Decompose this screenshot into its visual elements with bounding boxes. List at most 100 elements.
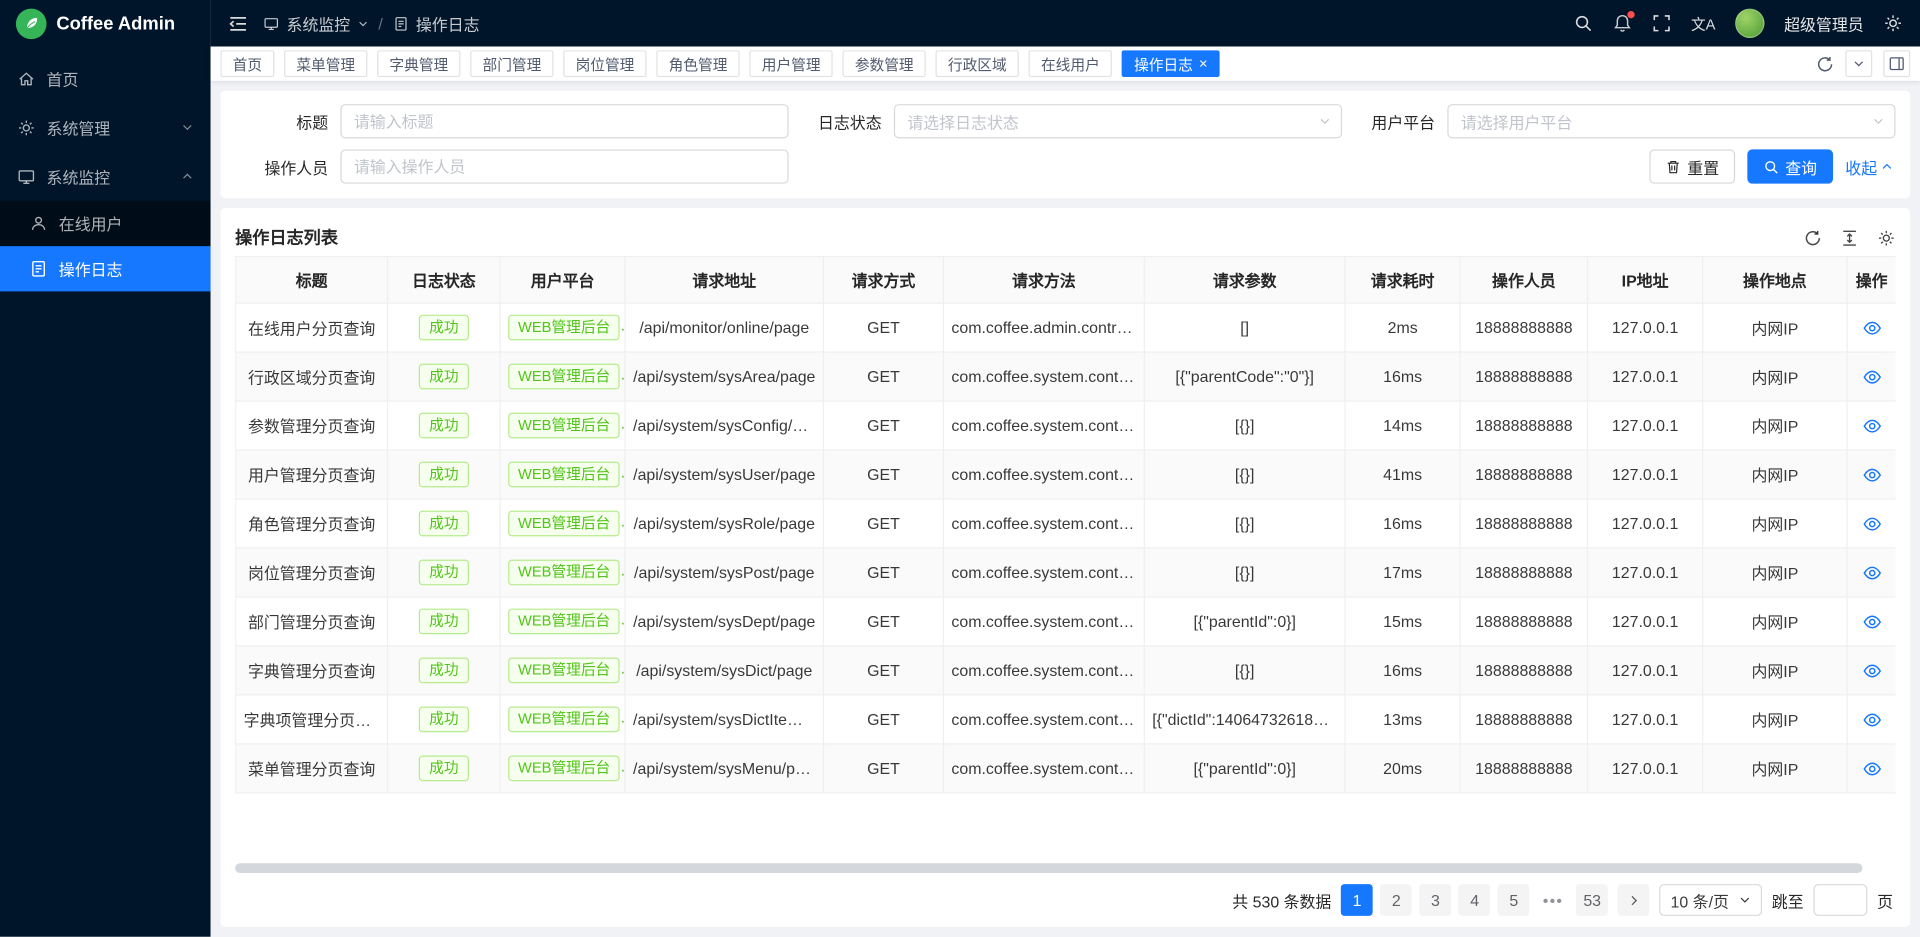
view-detail-button[interactable] — [1862, 318, 1882, 338]
tab-角色管理[interactable]: 角色管理 — [656, 50, 739, 77]
tab-首页[interactable]: 首页 — [220, 50, 274, 77]
view-detail-button[interactable] — [1862, 563, 1882, 583]
cell-request-method: GET — [823, 695, 943, 744]
title-filter-input[interactable] — [340, 104, 788, 138]
jump-label: 跳至 — [1772, 889, 1804, 912]
horizontal-scrollbar[interactable] — [235, 864, 1895, 874]
settings-button[interactable] — [1883, 13, 1903, 33]
cell-location: 内网IP — [1703, 646, 1847, 695]
search-button[interactable] — [1573, 13, 1593, 33]
sidebar-item-system-mgmt[interactable]: 系统管理 — [0, 103, 211, 152]
page-button-53[interactable]: 53 — [1576, 885, 1608, 917]
collapse-toggle[interactable]: 收起 — [1845, 155, 1893, 178]
tab-岗位管理[interactable]: 岗位管理 — [563, 50, 646, 77]
operator-filter-input[interactable] — [340, 149, 788, 183]
platform-cell: WEB管理后台 — [500, 695, 625, 744]
sidebar-item-label: 系统监控 — [47, 165, 111, 188]
tab-label: 用户管理 — [762, 53, 821, 74]
column-settings-button[interactable] — [1877, 228, 1895, 246]
sidebar-item-home[interactable]: 首页 — [0, 54, 211, 103]
cell-duration: 16ms — [1345, 499, 1460, 548]
tab-部门管理[interactable]: 部门管理 — [470, 50, 553, 77]
search-submit-button[interactable]: 查询 — [1747, 149, 1833, 183]
status-tag: 成功 — [419, 706, 468, 732]
username[interactable]: 超级管理员 — [1784, 12, 1864, 35]
sidebar-item-online-users[interactable]: 在线用户 — [0, 201, 211, 246]
cell-handler: com.coffee.system.controlle... — [943, 597, 1144, 646]
chevron-up-icon — [181, 170, 193, 182]
cell-request-url: /api/system/sysArea/page — [625, 352, 823, 401]
cell-operator: 18888888888 — [1460, 548, 1587, 597]
next-page-button[interactable] — [1618, 885, 1650, 917]
tab-label: 菜单管理 — [296, 53, 355, 74]
cell-operator: 18888888888 — [1460, 352, 1587, 401]
view-detail-button[interactable] — [1862, 514, 1882, 534]
page-button-4[interactable]: 4 — [1459, 885, 1491, 917]
view-detail-button[interactable] — [1862, 416, 1882, 436]
sidebar-item-label: 在线用户 — [59, 212, 123, 235]
operator-filter-label: 操作人员 — [235, 155, 340, 178]
cell-params: [{}] — [1144, 646, 1345, 695]
tab-在线用户[interactable]: 在线用户 — [1029, 50, 1112, 77]
tab-actions-dropdown[interactable] — [1845, 50, 1872, 77]
app-logo[interactable]: Coffee Admin — [0, 0, 211, 47]
column-header-8: 请求耗时 — [1345, 257, 1460, 304]
cell-ip: 127.0.0.1 — [1588, 499, 1703, 548]
table-row: 行政区域分页查询成功WEB管理后台/api/system/sysArea/pag… — [236, 352, 1896, 401]
cell-params: [{"parentId":0}] — [1144, 744, 1345, 793]
cell-ip: 127.0.0.1 — [1588, 450, 1703, 499]
user-avatar[interactable] — [1735, 9, 1764, 38]
sidebar-item-system-monitor[interactable]: 系统监控 — [0, 152, 211, 201]
cell-duration: 14ms — [1345, 401, 1460, 450]
page-size-value: 10 条/页 — [1671, 889, 1729, 912]
table-row: 字典项管理分页查询成功WEB管理后台/api/system/sysDictIte… — [236, 695, 1896, 744]
scrollbar-thumb[interactable] — [235, 864, 1862, 874]
cell-operator: 18888888888 — [1460, 499, 1587, 548]
status-filter-select[interactable]: 请选择日志状态 — [894, 104, 1342, 138]
total-count: 共 530 条数据 — [1232, 889, 1331, 912]
sidebar-collapse-button[interactable] — [228, 13, 249, 34]
breadcrumb-item-parent[interactable]: 系统监控 — [287, 12, 351, 35]
filter-panel: 标题 日志状态 请选择日志状态 — [220, 91, 1910, 199]
cell-request-url: /api/system/sysDictItem/pa... — [625, 695, 823, 744]
cell-request-method: GET — [823, 401, 943, 450]
page-button-2[interactable]: 2 — [1380, 885, 1412, 917]
fullscreen-button[interactable] — [1652, 13, 1672, 33]
notifications-button[interactable] — [1613, 13, 1633, 33]
page-button-5[interactable]: 5 — [1498, 885, 1530, 917]
page-button-3[interactable]: 3 — [1420, 885, 1452, 917]
density-button[interactable] — [1840, 228, 1858, 246]
view-detail-button[interactable] — [1862, 612, 1882, 632]
gear-icon — [17, 118, 35, 136]
sidebar-item-operation-log[interactable]: 操作日志 — [0, 246, 211, 291]
pager: 12345•••53 — [1341, 885, 1608, 917]
page-button-1[interactable]: 1 — [1341, 885, 1373, 917]
view-detail-button[interactable] — [1862, 759, 1882, 779]
tab-行政区域[interactable]: 行政区域 — [936, 50, 1019, 77]
view-detail-button[interactable] — [1862, 710, 1882, 730]
reset-button[interactable]: 重置 — [1649, 149, 1735, 183]
translate-icon[interactable]: 文A — [1691, 13, 1716, 34]
jump-page-input[interactable] — [1813, 885, 1867, 917]
cell-operator: 18888888888 — [1460, 646, 1587, 695]
tab-参数管理[interactable]: 参数管理 — [843, 50, 926, 77]
cell-location: 内网IP — [1703, 450, 1847, 499]
view-detail-button[interactable] — [1862, 661, 1882, 681]
tab-用户管理[interactable]: 用户管理 — [750, 50, 833, 77]
tab-操作日志[interactable]: 操作日志× — [1122, 50, 1220, 77]
page-size-select[interactable]: 10 条/页 — [1660, 885, 1762, 917]
view-detail-button[interactable] — [1862, 367, 1882, 387]
cell-duration: 13ms — [1345, 695, 1460, 744]
platform-filter-select[interactable]: 请选择用户平台 — [1447, 104, 1895, 138]
log-table-card: 操作日志列表 — [220, 208, 1910, 927]
view-detail-button[interactable] — [1862, 465, 1882, 485]
tab-字典管理[interactable]: 字典管理 — [377, 50, 460, 77]
refresh-tabs-button[interactable] — [1816, 54, 1834, 72]
refresh-table-button[interactable] — [1804, 228, 1822, 246]
sidebar: Coffee Admin 首页 系统管理 系统监控 在线用户 — [0, 0, 211, 937]
close-icon[interactable]: × — [1199, 56, 1208, 71]
toggle-panel-button[interactable] — [1883, 50, 1910, 77]
cell-params: [{}] — [1144, 499, 1345, 548]
tab-菜单管理[interactable]: 菜单管理 — [284, 50, 367, 77]
action-cell — [1847, 401, 1895, 450]
